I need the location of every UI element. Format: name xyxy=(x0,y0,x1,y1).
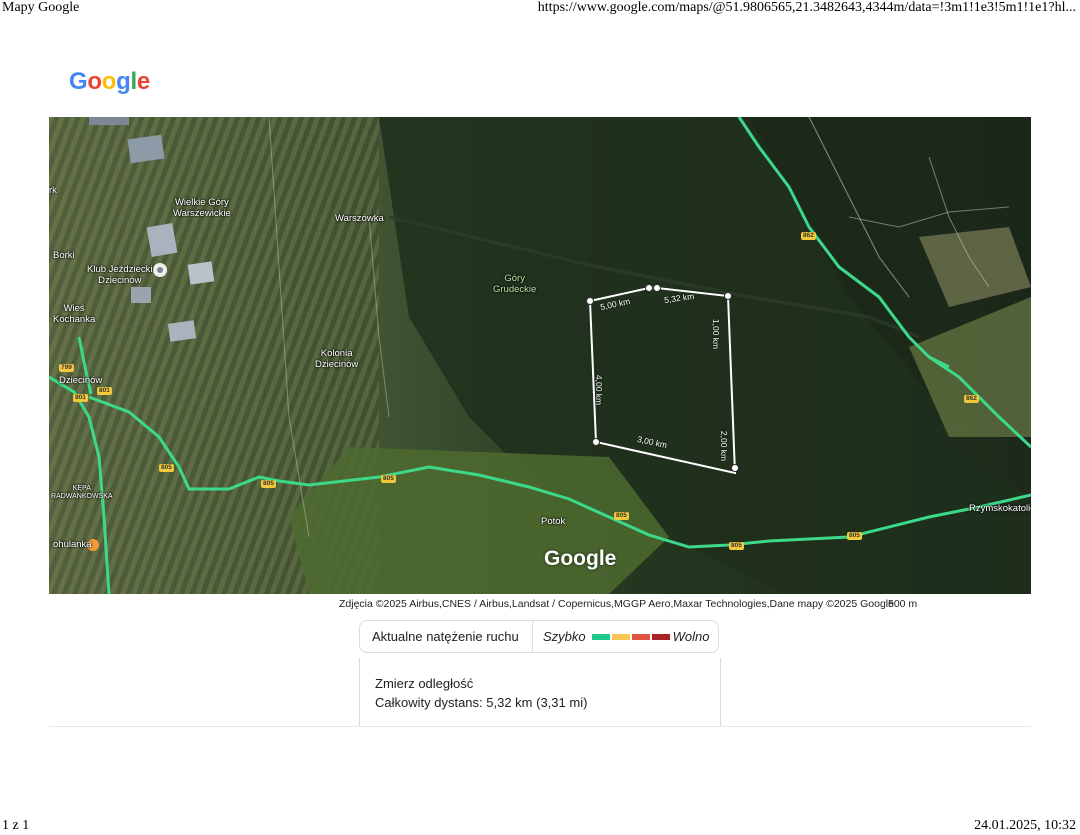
page-counter: 1 z 1 xyxy=(2,818,30,833)
traffic-color-slow xyxy=(631,633,650,640)
logo-letter: G xyxy=(69,68,88,95)
distance-label: 4,00 km xyxy=(594,374,605,406)
browser-url[interactable]: https://www.google.com/maps/@51.9806565,… xyxy=(538,0,1076,16)
place-label: Kolonia Dziecinów xyxy=(315,348,359,370)
measure-title: Zmierz odległość xyxy=(375,676,474,691)
place-label: Rzymskokatolic xyxy=(969,503,1031,514)
road-shield: 801 xyxy=(73,394,88,402)
map-attribution: Zdjęcia ©2025 Airbus,CNES / Airbus,Lands… xyxy=(339,598,894,610)
traffic-color-very-slow xyxy=(651,633,670,640)
logo-letter: o xyxy=(101,68,117,95)
road-shield: 805 xyxy=(159,464,174,472)
road-shield: 862 xyxy=(801,232,816,240)
road-shield: 805 xyxy=(614,512,629,520)
place-label: rk xyxy=(49,185,57,196)
place-label: Potok xyxy=(541,516,566,527)
map-google-watermark: Google xyxy=(544,547,617,570)
traffic-color-medium xyxy=(611,633,630,640)
print-datetime: 24.01.2025, 10:32 xyxy=(974,818,1076,833)
place-label: Warszówka xyxy=(335,213,384,224)
road-shield: 805 xyxy=(847,532,862,540)
google-logo: Google xyxy=(69,68,150,96)
distance-label: 1,00 km xyxy=(711,318,722,350)
road-shield: 805 xyxy=(729,542,744,550)
satellite-map[interactable]: rk Wielkie Góry Warszewickie Borki Klub … xyxy=(49,117,1031,594)
place-label: Wielkie Góry Warszewickie xyxy=(173,197,231,219)
logo-letter: g xyxy=(116,68,131,95)
road-shield: 799 xyxy=(59,364,74,372)
measure-total-distance: Całkowity dystans: 5,32 km (3,31 mi) xyxy=(375,695,588,710)
road-shield: 805 xyxy=(261,480,276,488)
map-imagery xyxy=(49,117,1031,594)
place-label: Klub Jeździecki Dziecinów xyxy=(87,264,153,286)
browser-title: Mapy Google xyxy=(2,0,80,15)
logo-letter: o xyxy=(87,68,102,95)
divider xyxy=(49,726,1031,727)
place-label: ohulanka xyxy=(53,539,92,550)
place-label: Góry Grudeckie xyxy=(493,273,537,295)
traffic-fast-label: Szybko xyxy=(543,629,586,644)
distance-label: 2,00 km xyxy=(719,430,730,462)
traffic-legend: Aktualne natężenie ruchu Szybko Wolno xyxy=(359,620,719,653)
traffic-title: Aktualne natężenie ruchu xyxy=(372,629,519,644)
scale-label: 500 m xyxy=(888,598,918,610)
traffic-slow-label: Wolno xyxy=(672,629,710,644)
measure-distance-panel: Zmierz odległość Całkowity dystans: 5,32… xyxy=(359,658,721,727)
place-label: KĘPA RADWANKOWSKA xyxy=(51,485,113,500)
road-shield: 801 xyxy=(97,387,112,395)
place-label: Dziecinów xyxy=(59,375,103,386)
road-shield: 862 xyxy=(964,395,979,403)
place-label: Borki xyxy=(53,250,75,261)
road-shield: 805 xyxy=(381,475,396,483)
place-label: Wieś Kochanka xyxy=(53,303,96,325)
traffic-color-fast xyxy=(591,633,610,640)
logo-letter: e xyxy=(136,68,150,95)
